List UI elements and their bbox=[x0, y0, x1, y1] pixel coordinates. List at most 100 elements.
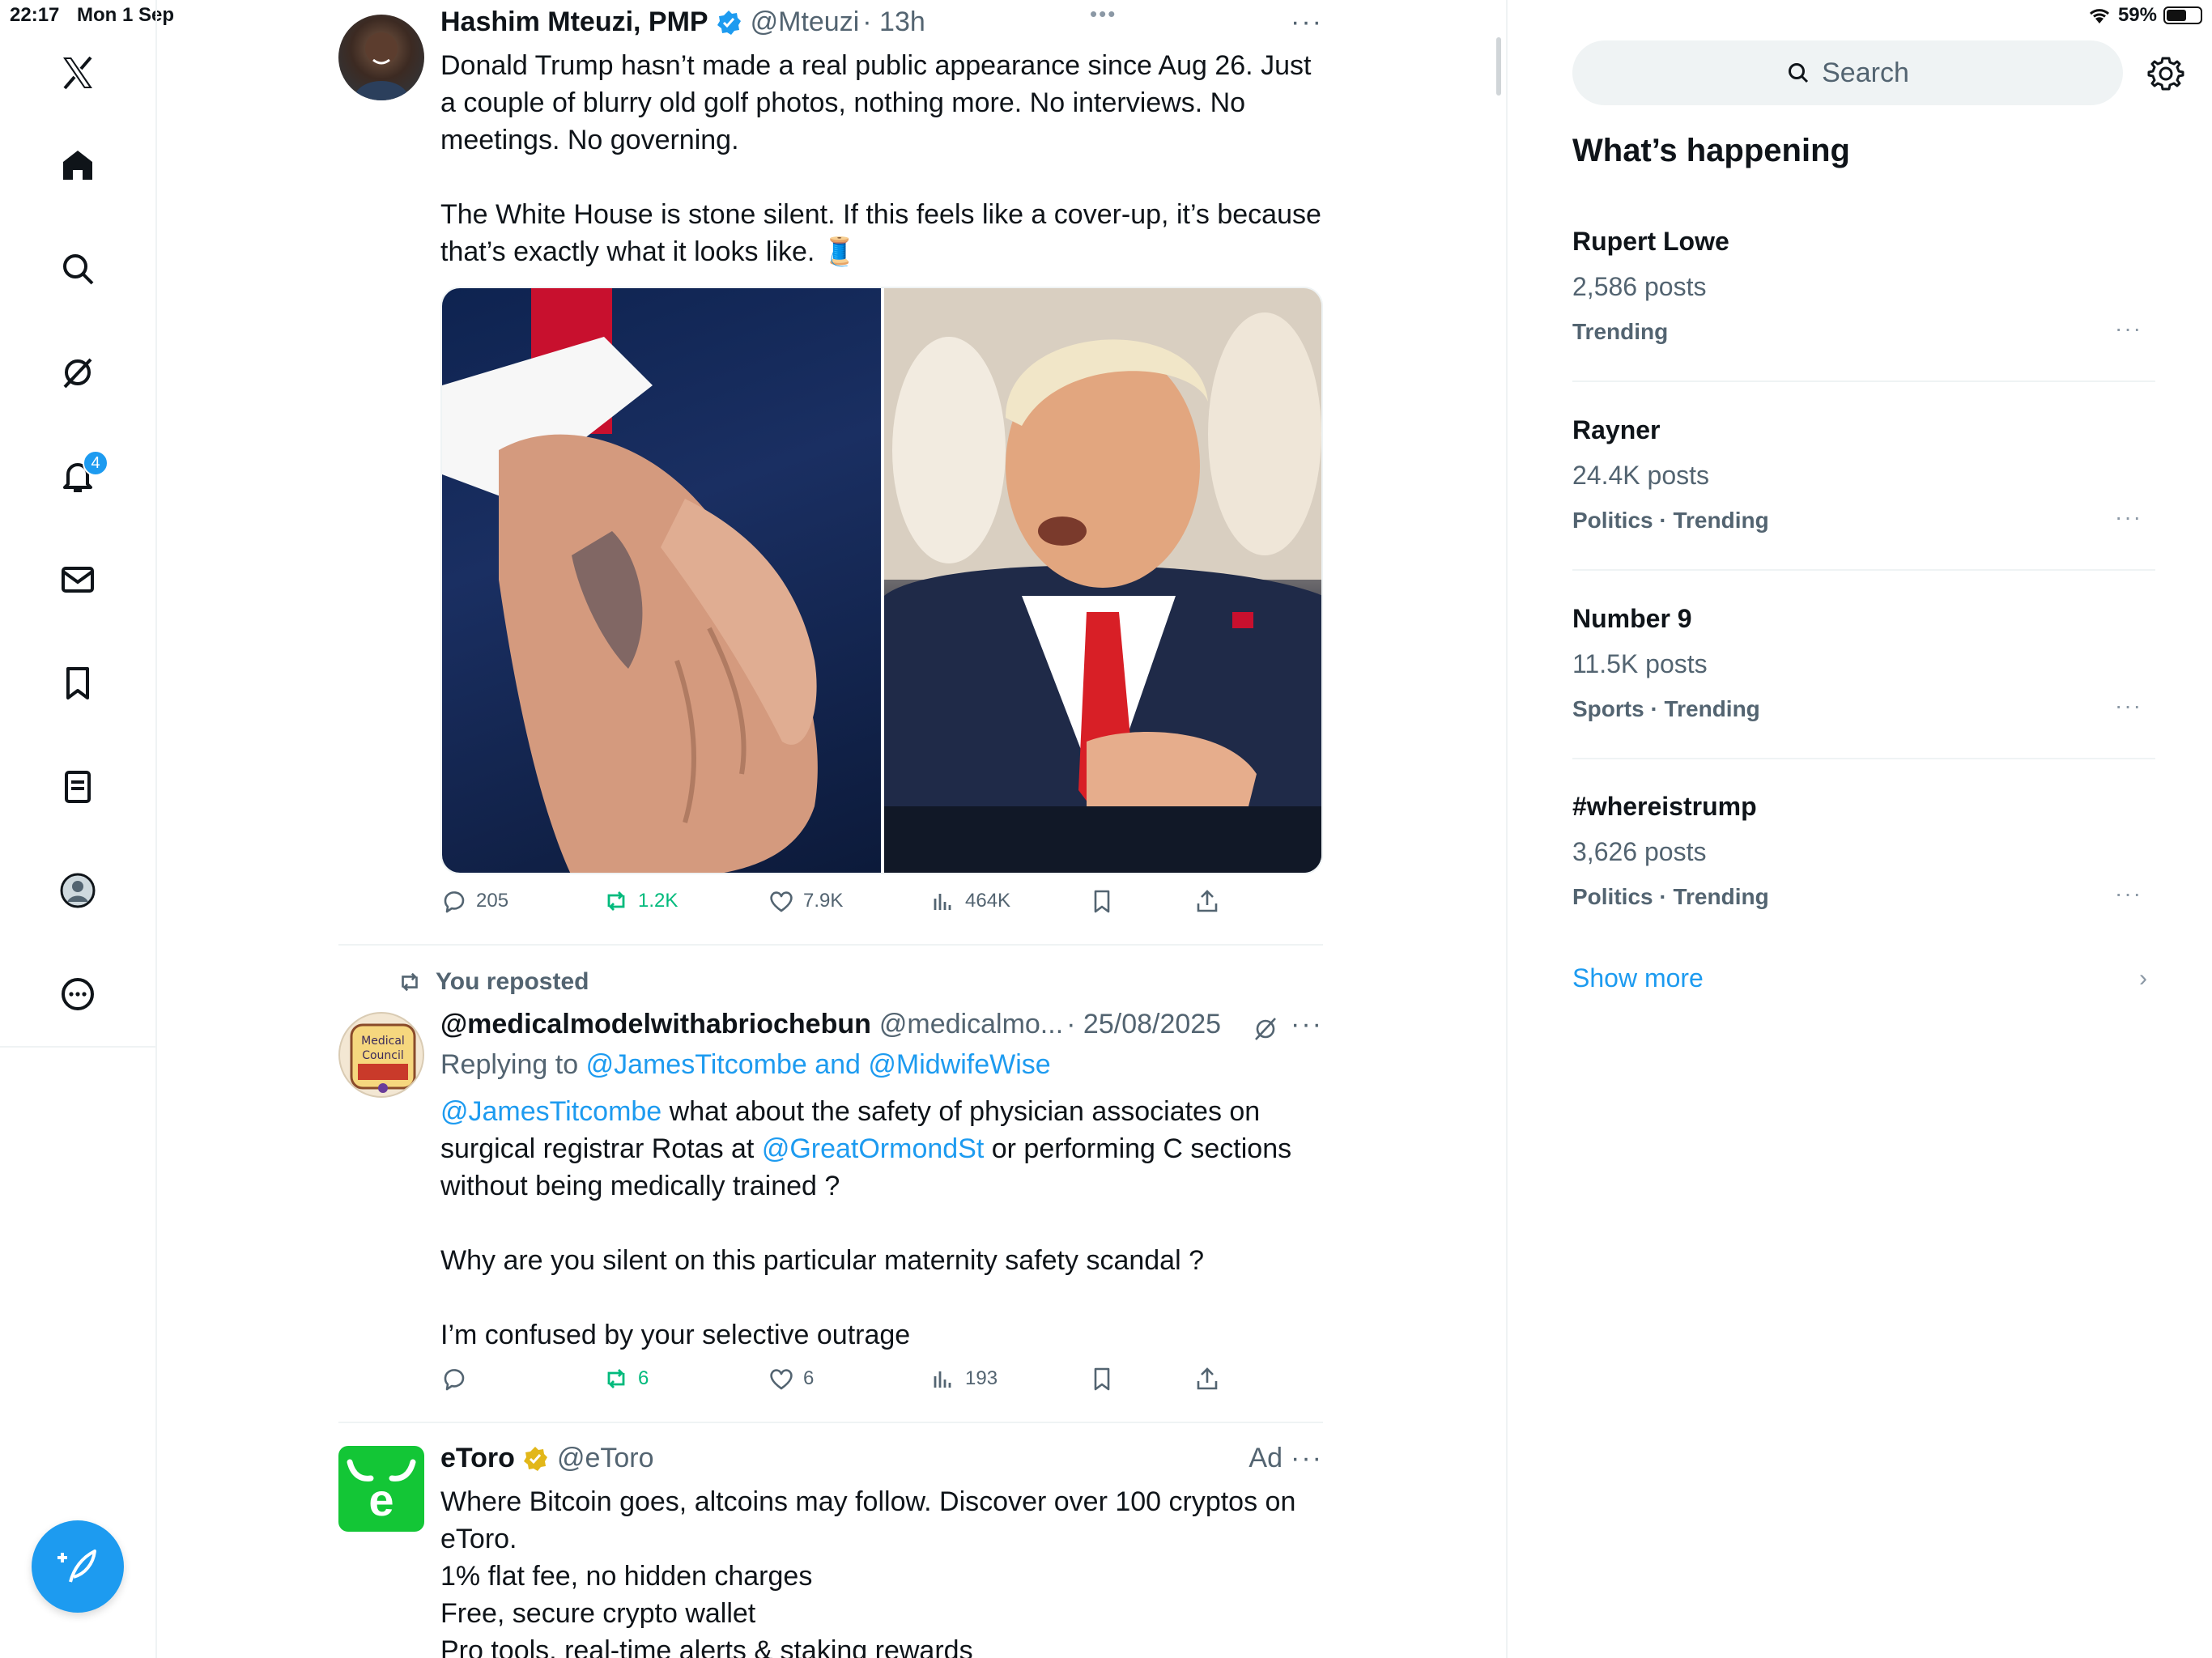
reposted-text: You reposted bbox=[436, 968, 589, 995]
grok-icon[interactable] bbox=[53, 348, 102, 397]
etoro-logo-icon: e bbox=[347, 1459, 416, 1525]
tweet-more-icon[interactable]: ··· bbox=[1291, 6, 1323, 38]
repost-count: 1.2K bbox=[638, 890, 678, 912]
search-icon[interactable] bbox=[53, 244, 102, 293]
bookmarks-icon[interactable] bbox=[53, 659, 102, 708]
trend-name: #whereistrump bbox=[1572, 792, 1757, 821]
tweet-more-icon[interactable]: ··· bbox=[1291, 1443, 1323, 1474]
verified-badge-icon bbox=[717, 10, 741, 35]
tweet-header: Hashim Mteuzi, PMP @Mteuzi · 13h bbox=[440, 6, 925, 38]
media-image-portrait[interactable] bbox=[884, 288, 1321, 873]
reply-icon bbox=[444, 1369, 465, 1391]
avatar[interactable] bbox=[338, 15, 424, 100]
author-handle[interactable]: @eToro bbox=[557, 1443, 654, 1474]
views-button[interactable]: 193 bbox=[929, 1365, 998, 1392]
tweet-separator bbox=[338, 1422, 1323, 1423]
bookmark-icon bbox=[1094, 1367, 1110, 1391]
repost-count: 6 bbox=[638, 1367, 649, 1389]
author-handle[interactable]: @medicalmo... bbox=[879, 1009, 1063, 1040]
tweet-text-line: Free, secure crypto wallet bbox=[440, 1598, 756, 1629]
author-handle[interactable]: @Mteuzi bbox=[751, 6, 860, 38]
avatar-image bbox=[353, 32, 410, 100]
home-icon[interactable] bbox=[53, 141, 102, 189]
trend-name: Rupert Lowe bbox=[1572, 227, 1729, 256]
trend-more-icon[interactable]: ··· bbox=[2115, 504, 2142, 530]
hands-photo bbox=[442, 288, 818, 873]
share-button[interactable] bbox=[1193, 887, 1221, 915]
bookmark-icon bbox=[1094, 890, 1110, 913]
lists-icon[interactable] bbox=[53, 763, 102, 811]
reply-count: 205 bbox=[476, 890, 509, 912]
compose-icon bbox=[57, 1550, 96, 1583]
trend-category: Politics · Trending bbox=[1572, 508, 1769, 533]
avatar[interactable]: Medical Council bbox=[338, 1012, 424, 1098]
media-image-hands[interactable] bbox=[442, 288, 881, 873]
share-button[interactable] bbox=[1193, 1365, 1221, 1392]
search-input[interactable]: Search bbox=[1572, 40, 2123, 105]
tweet-text: Donald Trump hasn’t made a real public a… bbox=[440, 47, 1323, 270]
tweet-more-icon[interactable]: ··· bbox=[1291, 1009, 1323, 1040]
x-logo-icon[interactable] bbox=[53, 49, 102, 97]
tweet-text: Where Bitcoin goes, altcoins may follow.… bbox=[440, 1483, 1323, 1658]
trend-item[interactable]: Rayner 24.4K posts Politics · Trending ·… bbox=[1572, 415, 2155, 603]
verified-gold-badge-icon bbox=[523, 1446, 547, 1471]
mention-link[interactable]: @GreatOrmondSt bbox=[762, 1133, 985, 1164]
heart-icon bbox=[770, 1369, 793, 1390]
reply-button[interactable] bbox=[440, 1365, 476, 1392]
repost-button[interactable]: 1.2K bbox=[602, 887, 678, 915]
replying-handles[interactable]: @JamesTitcombe and @MidwifeWise bbox=[586, 1049, 1051, 1080]
tweet-time[interactable]: · 13h bbox=[862, 6, 925, 38]
like-count: 6 bbox=[803, 1367, 815, 1389]
trend-more-icon[interactable]: ··· bbox=[2115, 881, 2142, 907]
tweet-text-line: 1% flat fee, no hidden charges bbox=[440, 1561, 813, 1592]
trend-separator bbox=[1572, 569, 2155, 571]
profile-icon[interactable] bbox=[53, 866, 102, 915]
compose-button[interactable] bbox=[32, 1520, 124, 1613]
trend-item[interactable]: Number 9 11.5K posts Sports · Trending ·… bbox=[1572, 604, 2155, 792]
chevron-right-icon: › bbox=[2139, 965, 2147, 992]
trend-more-icon[interactable]: ··· bbox=[2115, 693, 2142, 719]
share-icon bbox=[1197, 890, 1218, 912]
tweet-text-para: The White House is stone silent. If this… bbox=[440, 199, 1321, 267]
author-name[interactable]: eToro bbox=[440, 1443, 515, 1474]
scroll-indicator[interactable] bbox=[1496, 37, 1501, 96]
trend-separator bbox=[1572, 758, 2155, 759]
trend-item[interactable]: Rupert Lowe 2,586 posts Trending ··· bbox=[1572, 227, 2155, 414]
author-name[interactable]: Hashim Mteuzi, PMP bbox=[440, 6, 708, 38]
notifications-badge: 4 bbox=[83, 450, 108, 476]
trend-separator bbox=[1572, 380, 2155, 382]
author-name[interactable]: @medicalmodelwithabriochebun bbox=[440, 1009, 871, 1040]
top-dots[interactable]: ••• bbox=[1090, 2, 1117, 27]
more-icon[interactable] bbox=[53, 970, 102, 1018]
tweet-text-para: I’m confused by your selective outrage bbox=[440, 1320, 911, 1350]
like-button[interactable]: 6 bbox=[768, 1365, 814, 1392]
avatar[interactable]: e bbox=[338, 1446, 424, 1532]
repost-button[interactable]: 6 bbox=[602, 1365, 649, 1392]
mention-link[interactable]: @JamesTitcombe bbox=[440, 1096, 661, 1127]
grok-icon[interactable] bbox=[1252, 1015, 1279, 1043]
repost-icon bbox=[607, 891, 625, 911]
settings-gear-icon[interactable] bbox=[2147, 55, 2184, 92]
tweet-actions: 6 6 193 bbox=[440, 1365, 1250, 1401]
whats-happening-title: What’s happening bbox=[1572, 133, 1850, 168]
views-icon bbox=[934, 894, 951, 910]
trend-more-icon[interactable]: ··· bbox=[2115, 316, 2142, 342]
views-button[interactable]: 464K bbox=[929, 887, 1010, 915]
tweet-media[interactable] bbox=[440, 287, 1323, 874]
tweet-text-line: Where Bitcoin goes, altcoins may follow.… bbox=[440, 1486, 1296, 1554]
bookmark-button[interactable] bbox=[1088, 1365, 1116, 1392]
messages-icon[interactable] bbox=[53, 555, 102, 604]
left-nav: 4 bbox=[0, 0, 157, 1658]
search-placeholder: Search bbox=[1822, 57, 1909, 88]
tweet-time[interactable]: · 25/08/2025 bbox=[1066, 1009, 1221, 1040]
reposted-label: You reposted bbox=[397, 968, 589, 996]
nav-divider bbox=[0, 1046, 157, 1048]
bookmark-button[interactable] bbox=[1088, 887, 1116, 915]
like-button[interactable]: 7.9K bbox=[768, 887, 843, 915]
like-count: 7.9K bbox=[803, 890, 844, 912]
reply-button[interactable]: 205 bbox=[440, 887, 508, 915]
show-more-link[interactable]: Show more bbox=[1572, 963, 1704, 993]
trend-posts: 24.4K posts bbox=[1572, 461, 1709, 490]
trend-item[interactable]: #whereistrump 3,626 posts Politics · Tre… bbox=[1572, 792, 2155, 954]
tweet-header: eToro @eToro bbox=[440, 1443, 654, 1474]
